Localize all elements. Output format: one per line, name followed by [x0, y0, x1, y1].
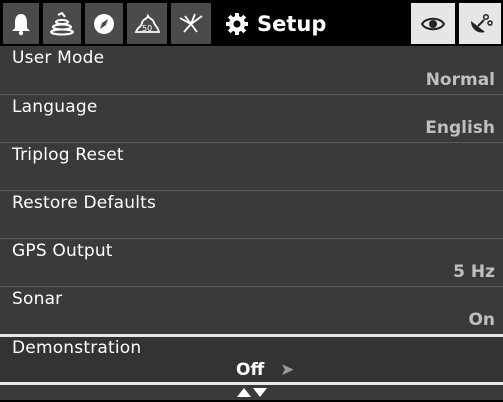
menu-item-language[interactable]: Language English	[0, 94, 503, 142]
menu-item-label: Language	[12, 97, 98, 117]
layers-icon	[49, 11, 75, 36]
menu-item-value: Normal	[425, 70, 495, 90]
tab-nav-compass[interactable]	[85, 3, 123, 44]
tab-chart[interactable]: 50	[127, 3, 167, 44]
radar-icon	[177, 12, 205, 36]
setup-screen: 50 Setup User Mode Normal Language Engli…	[0, 0, 503, 400]
tab-navigation[interactable]	[43, 3, 81, 44]
tab-setup-label: Setup	[257, 11, 327, 36]
menu-item-demonstration[interactable]: Demonstration Off ➤	[0, 334, 503, 382]
menu-item-label: Triplog Reset	[12, 145, 124, 165]
menu-item-value: 5 Hz	[453, 262, 495, 282]
tab-views[interactable]	[411, 3, 455, 44]
eye-icon	[420, 13, 446, 35]
tab-setup[interactable]: Setup	[215, 3, 402, 44]
menu-item-label: Demonstration	[12, 338, 142, 358]
menu-item-gps-output[interactable]: GPS Output 5 Hz	[0, 238, 503, 286]
menu-item-triplog-reset[interactable]: Triplog Reset	[0, 142, 503, 190]
scroll-indicator[interactable]	[0, 382, 503, 400]
tab-sonar[interactable]	[171, 3, 211, 44]
menu-item-restore-defaults[interactable]: Restore Defaults	[0, 190, 503, 238]
tab-alarms[interactable]	[3, 3, 39, 44]
menu-item-user-mode[interactable]: User Mode Normal	[0, 46, 503, 94]
menu-item-label: Restore Defaults	[12, 193, 157, 213]
svg-text:50: 50	[142, 24, 152, 33]
map-icon: 50	[133, 12, 161, 36]
menu-item-label: GPS Output	[12, 241, 113, 261]
menu-item-value: On	[468, 310, 495, 330]
compass-icon	[92, 12, 116, 36]
tab-accessories[interactable]	[459, 3, 501, 44]
bell-icon	[10, 12, 32, 36]
menu-item-value: Off	[236, 360, 265, 380]
tab-bar: 50 Setup	[0, 0, 503, 46]
menu-item-value: English	[425, 118, 495, 138]
arrow-right-icon: ➤	[280, 360, 295, 380]
menu-item-value-wrap: Off ➤	[236, 360, 294, 380]
satellite-icon	[467, 12, 493, 36]
menu-item-label: User Mode	[12, 48, 105, 68]
gear-icon	[225, 12, 249, 36]
up-down-arrows-icon	[235, 383, 269, 402]
menu-item-label: Sonar	[12, 289, 63, 309]
menu-item-sonar[interactable]: Sonar On	[0, 286, 503, 334]
